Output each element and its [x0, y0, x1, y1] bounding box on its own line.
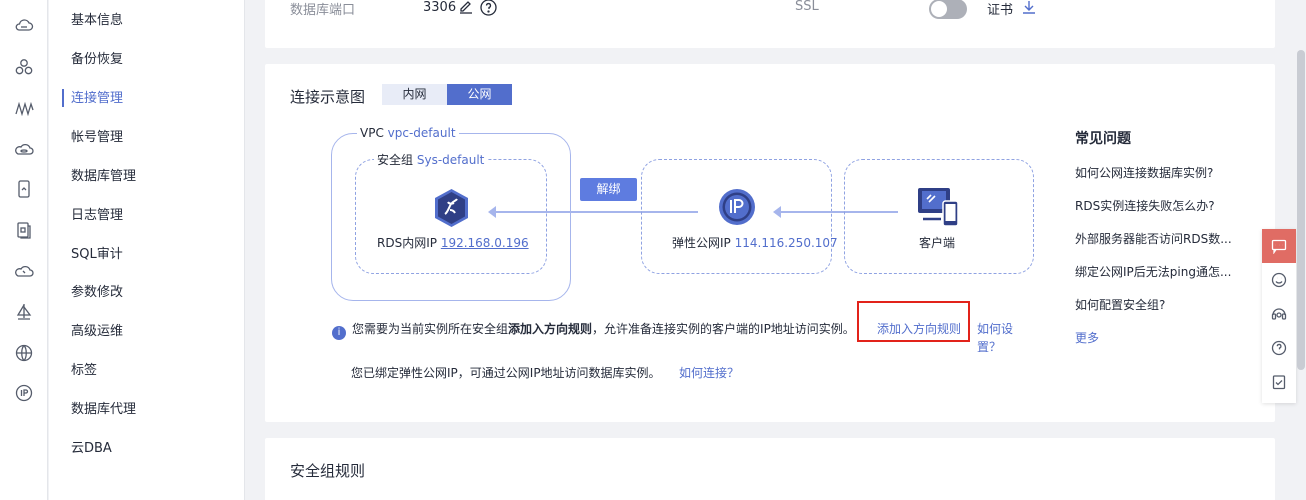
globe-icon[interactable]	[13, 342, 35, 364]
storage-icon[interactable]	[13, 178, 35, 200]
info-icon: i	[332, 326, 346, 340]
rds-ip-caption: RDS内网IP 192.168.0.196	[377, 236, 529, 250]
tab-private-network[interactable]: 内网	[382, 84, 447, 105]
faq-panel: 常见问题 如何公网连接数据库实例? RDS实例连接失败怎么办? 外部服务器能否访…	[1075, 128, 1255, 346]
download-icon[interactable]	[1021, 0, 1037, 19]
edit-icon[interactable]	[458, 0, 474, 18]
eip-caption: 弹性公网IP 114.116.250.107	[672, 236, 838, 250]
client-device-icon	[917, 187, 959, 231]
ip-icon[interactable]	[13, 382, 35, 404]
faq-title: 常见问题	[1075, 131, 1131, 147]
vpc-label: VPC vpc-default	[357, 126, 459, 140]
message-icon[interactable]	[1262, 229, 1296, 263]
floating-toolbar	[1262, 229, 1296, 403]
port-label: 数据库端口	[290, 3, 356, 18]
faq-question[interactable]: 绑定公网IP后无法ping通怎...	[1075, 263, 1255, 296]
scrollbar[interactable]	[1297, 50, 1305, 370]
db-info-card: 数据库端口 3306 SSL 证书	[265, 0, 1275, 48]
faq-question[interactable]: RDS实例连接失败怎么办?	[1075, 197, 1255, 230]
unbind-button[interactable]: 解绑	[580, 178, 637, 201]
how-to-connect-link[interactable]: 如何连接？	[679, 364, 739, 381]
sidebar-item-proxy[interactable]: 数据库代理	[71, 400, 136, 420]
sidebar-item-connection[interactable]: 连接管理	[71, 89, 123, 109]
faq-question[interactable]: 如何公网连接数据库实例?	[1075, 164, 1255, 197]
connection-diagram-title: 连接示意图	[290, 88, 366, 106]
database-cloud-icon[interactable]	[13, 138, 35, 160]
security-rules-title: 安全组规则	[290, 462, 366, 480]
faq-question[interactable]: 外部服务器能否访问RDS数...	[1075, 230, 1255, 263]
how-to-set-link[interactable]: 如何设置？	[977, 320, 1017, 356]
client-caption: 客户端	[919, 236, 956, 250]
security-rules-card: 安全组规则	[265, 438, 1275, 500]
cert-label: 证书	[987, 3, 1014, 18]
sidebar-item-parameters[interactable]: 参数修改	[71, 283, 123, 303]
rds-instance-icon	[433, 188, 470, 232]
document-icon[interactable]	[13, 219, 35, 241]
ssl-label: SSL	[795, 0, 819, 14]
sidebar-item-accounts[interactable]: 帐号管理	[71, 128, 123, 148]
connection-card: 连接示意图 内网 公网 VPC vpc-default 安全组 Sys-defa…	[265, 64, 1275, 422]
cluster-icon[interactable]	[13, 56, 35, 78]
eip-icon	[718, 188, 756, 230]
sidebar-item-backup[interactable]: 备份恢复	[71, 50, 123, 70]
ssl-toggle[interactable]	[929, 0, 967, 19]
eip-address: 114.116.250.107	[734, 236, 838, 250]
sidebar-item-tags[interactable]: 标签	[71, 361, 97, 381]
sidebar-item-databases[interactable]: 数据库管理	[71, 167, 136, 187]
cloud-icon[interactable]	[13, 14, 35, 36]
checklist-icon[interactable]	[1262, 365, 1296, 399]
help-circle-icon[interactable]	[480, 0, 497, 20]
faq-more-link[interactable]: 更多	[1075, 329, 1255, 346]
sidebar-item-basic-info[interactable]: 基本信息	[71, 11, 123, 31]
sidebar-item-cloud-dba[interactable]: 云DBA	[71, 439, 112, 459]
headset-icon[interactable]	[1262, 297, 1296, 331]
sidebar-item-logs[interactable]: 日志管理	[71, 206, 123, 226]
sidebar-item-advanced-ops[interactable]: 高级运维	[71, 322, 123, 342]
icon-rail	[0, 0, 48, 500]
port-value: 3306	[423, 0, 457, 15]
tab-public-network[interactable]: 公网	[447, 84, 512, 105]
sidebar-nav: 基本信息 备份恢复 连接管理 帐号管理 数据库管理 日志管理 SQL审计 参数修…	[49, 0, 245, 500]
help-icon[interactable]	[1262, 331, 1296, 365]
network-tabs: 内网 公网	[382, 84, 512, 105]
rds-ip[interactable]: 192.168.0.196	[441, 236, 529, 250]
faq-question[interactable]: 如何配置安全组?	[1075, 296, 1255, 329]
security-group-label: 安全组 Sys-default	[374, 151, 488, 168]
smiley-icon[interactable]	[1262, 263, 1296, 297]
cloud-outline-icon[interactable]	[13, 260, 35, 282]
active-indicator	[62, 89, 64, 107]
sailboat-icon[interactable]	[13, 301, 35, 323]
eip-bound-text: 您已绑定弹性公网IP，可通过公网IP地址访问数据库实例。	[351, 366, 661, 380]
signal-icon[interactable]	[13, 97, 35, 119]
sidebar-item-sql-audit[interactable]: SQL审计	[71, 245, 123, 265]
highlight-box	[857, 301, 970, 342]
